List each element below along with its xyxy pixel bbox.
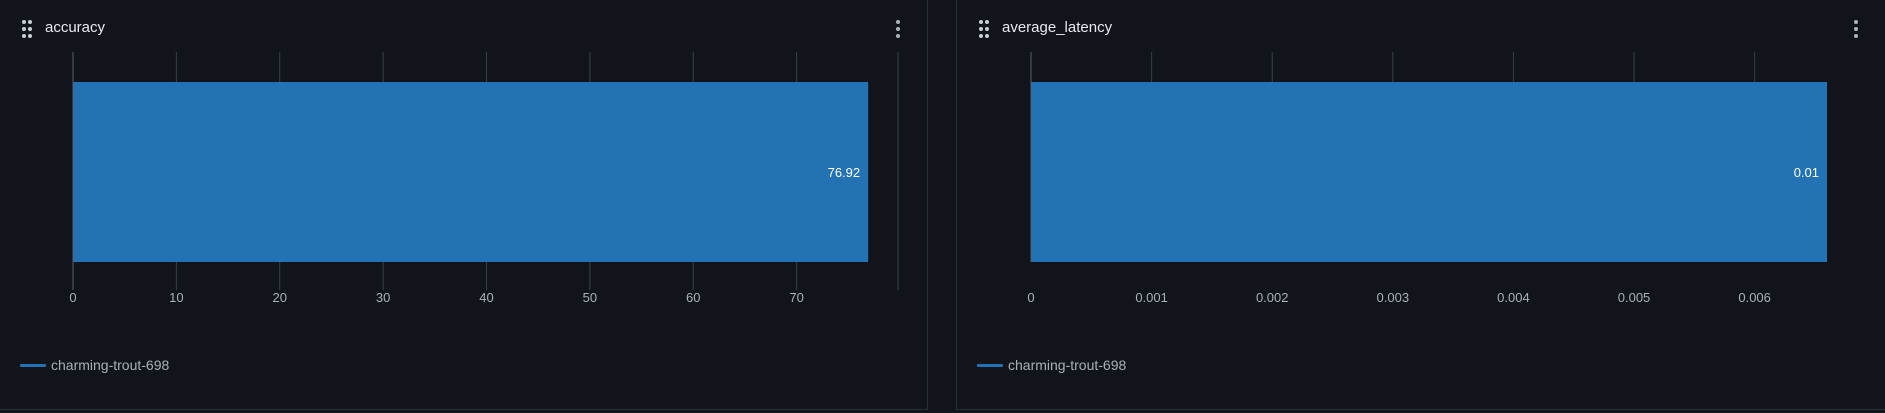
x-tick-label: 0.004: [1497, 290, 1530, 305]
legend-swatch: [20, 363, 46, 367]
bar: [1031, 82, 1827, 262]
x-tick-label: 70: [789, 290, 803, 305]
x-tick-label: 10: [169, 290, 183, 305]
x-tick-label: 0.001: [1135, 290, 1168, 305]
x-tick-label: 0.003: [1377, 290, 1410, 305]
bar-chart-accuracy: 76.92 0 10 20 30 40 50 60 70: [69, 52, 899, 305]
bar-value-label: 0.01: [1794, 165, 1819, 180]
legend[interactable]: charming-trout-698: [977, 357, 1126, 373]
x-tick-label: 30: [376, 290, 390, 305]
bar-value-label: 76.92: [828, 165, 861, 180]
x-tick-label: 60: [686, 290, 700, 305]
x-tick-label: 0.002: [1256, 290, 1289, 305]
bar-chart-average-latency: 0.01 0 0.001 0.002 0.003 0.004 0.005 0.006: [1027, 52, 1827, 305]
legend-label: charming-trout-698: [51, 357, 170, 373]
legend-swatch: [977, 363, 1003, 367]
x-tick-label: 40: [479, 290, 493, 305]
legend-label: charming-trout-698: [1008, 357, 1127, 373]
chart-panel-average-latency: average_latency 0.01 0 0.001 0.002 0.003 0.00…: [956, 0, 1885, 410]
chart-panel-accuracy: accuracy 76.92 0 10 20 30 40 50 60 70 charming-t…: [0, 0, 928, 410]
x-tick-label: 0: [1027, 290, 1034, 305]
x-tick-label: 20: [273, 290, 287, 305]
legend[interactable]: charming-trout-698: [20, 357, 169, 373]
x-tick-label: 0.005: [1618, 290, 1651, 305]
bar: [73, 82, 869, 262]
x-tick-label: 50: [583, 290, 597, 305]
x-tick-label: 0.006: [1738, 290, 1771, 305]
x-tick-label: 0: [69, 290, 76, 305]
